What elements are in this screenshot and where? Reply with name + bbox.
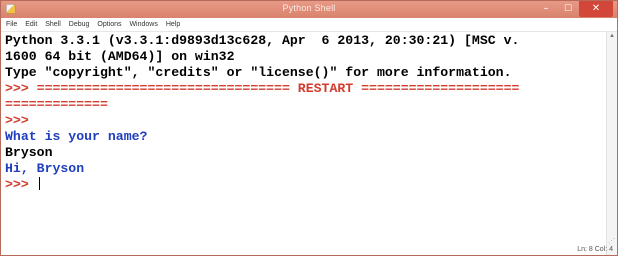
shell-line: >>> xyxy=(5,113,605,129)
menu-edit[interactable]: Edit xyxy=(25,18,37,31)
shell-line-text: >>> ================================ RES… xyxy=(5,81,520,96)
shell-text-area[interactable]: Python 3.3.1 (v3.3.1:d9893d13c628, Apr 6… xyxy=(5,33,605,249)
shell-line-text: Hi, Bryson xyxy=(5,161,85,176)
shell-line: >>> ================================ RES… xyxy=(5,81,605,97)
menu-help[interactable]: Help xyxy=(166,18,180,31)
menu-file[interactable]: File xyxy=(6,18,17,31)
shell-line: Hi, Bryson xyxy=(5,161,605,177)
shell-line: ============= xyxy=(5,97,605,113)
scroll-up-arrow-icon[interactable]: ▲ xyxy=(608,32,616,40)
title-bar[interactable]: Python Shell – ☐ ✕ xyxy=(1,1,617,18)
shell-line-text: >>> xyxy=(5,113,29,128)
menu-options[interactable]: Options xyxy=(97,18,121,31)
menu-debug[interactable]: Debug xyxy=(69,18,90,31)
close-button[interactable]: ✕ xyxy=(579,1,613,17)
maximize-button[interactable]: ☐ xyxy=(559,2,577,16)
shell-line: Python 3.3.1 (v3.3.1:d9893d13c628, Apr 6… xyxy=(5,33,605,49)
shell-line-text: 1600 64 bit (AMD64)] on win32 xyxy=(5,49,235,64)
shell-line-text: >>> xyxy=(5,177,37,192)
shell-line: >>> xyxy=(5,177,605,193)
shell-line-text: What is your name? xyxy=(5,129,148,144)
minimize-button[interactable]: – xyxy=(537,2,555,16)
shell-line-text: ============= xyxy=(5,97,108,112)
shell-line-text: Python 3.3.1 (v3.3.1:d9893d13c628, Apr 6… xyxy=(5,33,520,48)
shell-line-text: Bryson xyxy=(5,145,53,160)
vertical-scrollbar[interactable] xyxy=(606,32,617,255)
shell-line: What is your name? xyxy=(5,129,605,145)
python-shell-window: Python Shell – ☐ ✕ File Edit Shell Debug… xyxy=(0,0,618,256)
menu-shell[interactable]: Shell xyxy=(45,18,61,31)
text-cursor xyxy=(38,177,40,190)
window-title: Python Shell xyxy=(282,3,336,13)
cursor-position-status: Ln: 8 Col: 4 xyxy=(577,246,613,253)
shell-line-text: Type "copyright", "credits" or "license(… xyxy=(5,65,512,80)
menu-windows[interactable]: Windows xyxy=(129,18,157,31)
shell-line: Type "copyright", "credits" or "license(… xyxy=(5,65,605,81)
resize-grip-icon[interactable]: ⋰ xyxy=(608,237,615,245)
shell-line: Bryson xyxy=(5,145,605,161)
shell-line: 1600 64 bit (AMD64)] on win32 xyxy=(5,49,605,65)
menu-bar: File Edit Shell Debug Options Windows He… xyxy=(1,18,617,32)
